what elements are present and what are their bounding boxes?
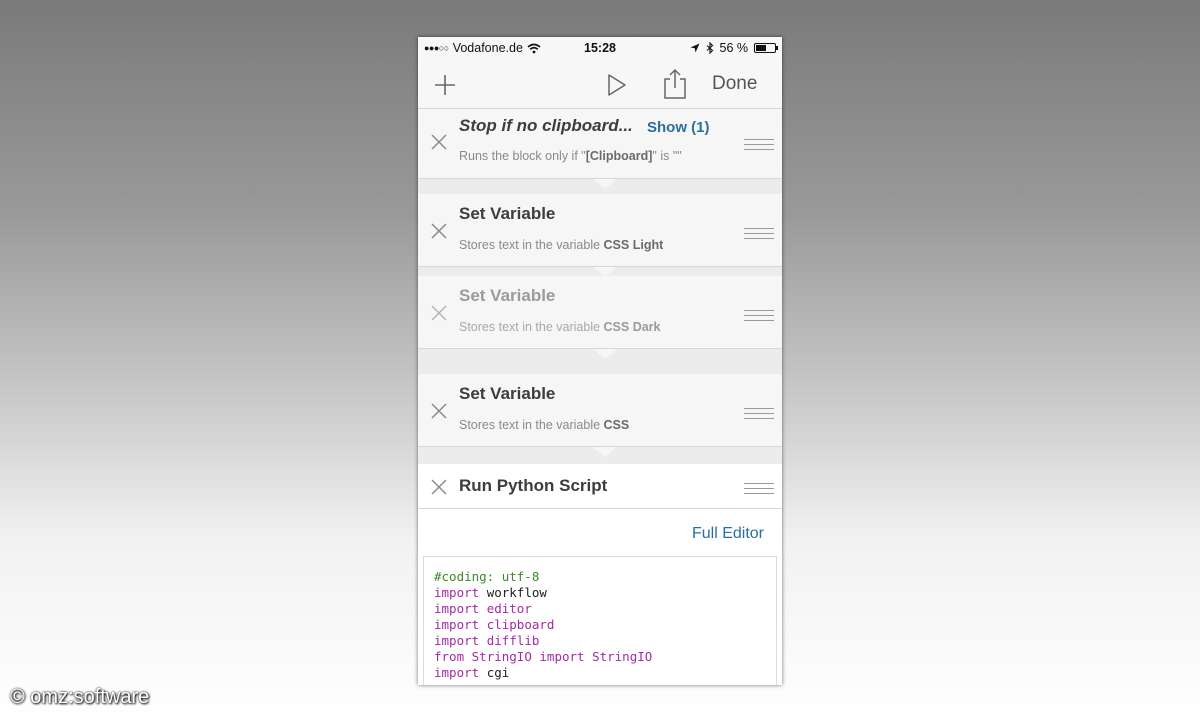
action-title: Run Python Script	[459, 476, 608, 495]
full-editor-button[interactable]: Full Editor	[692, 525, 764, 543]
status-bar: ●●●○○ Vodafone.de 15:28 56 %	[418, 37, 782, 59]
action-description: Stores text in the variable CSS Dark	[459, 320, 661, 334]
watermark: © omz:software	[10, 686, 150, 708]
reorder-handle-icon[interactable]	[744, 404, 774, 419]
action-description: Runs the block only if "[Clipboard]" is …	[459, 149, 682, 163]
connector-arrow	[593, 179, 617, 189]
code-line: import clipboard	[434, 617, 555, 632]
battery-icon	[754, 43, 778, 53]
action-block-set-variable-css-light[interactable]: Set Variable Stores text in the variable…	[418, 194, 782, 267]
reorder-handle-icon[interactable]	[744, 479, 774, 494]
remove-action-icon[interactable]	[430, 478, 448, 496]
reorder-handle-icon[interactable]	[744, 135, 774, 150]
location-arrow-icon	[690, 43, 699, 53]
action-title: Set Variable	[459, 384, 556, 403]
add-button[interactable]	[432, 72, 458, 98]
play-icon	[608, 74, 626, 96]
phone-screen: ●●●○○ Vodafone.de 15:28 56 % Done Stop i…	[418, 37, 782, 685]
action-title: Set Variable	[459, 204, 556, 223]
remove-action-icon[interactable]	[430, 133, 448, 151]
action-title: Stop if no clipboard...	[459, 116, 633, 135]
action-description: Stores text in the variable CSS	[459, 418, 630, 432]
code-line: import cgi	[434, 665, 510, 680]
bluetooth-icon	[706, 42, 713, 54]
code-line: import difflib	[434, 633, 540, 648]
action-description: Stores text in the variable CSS Light	[459, 238, 664, 252]
code-line: #coding: utf-8	[434, 569, 540, 584]
battery-fill	[756, 45, 767, 51]
plus-icon	[435, 75, 455, 95]
done-button[interactable]: Done	[712, 71, 757, 97]
run-button[interactable]	[604, 71, 630, 99]
code-line: from StringIO import StringIO	[434, 649, 653, 664]
code-line: import editor	[434, 601, 532, 616]
remove-action-icon[interactable]	[430, 402, 448, 420]
carrier-name: Vodafone.de	[452, 41, 523, 55]
reorder-handle-icon[interactable]	[744, 224, 774, 239]
connector-arrow	[593, 349, 617, 359]
share-icon	[664, 68, 686, 99]
action-block-set-variable-css-dark[interactable]: Set Variable Stores text in the variable…	[418, 276, 782, 349]
remove-action-icon[interactable]	[430, 222, 448, 240]
toolbar: Done	[418, 59, 782, 109]
signal-strength: ●●●○○	[424, 43, 449, 53]
connector-arrow	[593, 447, 617, 457]
show-button[interactable]: Show (1)	[647, 119, 710, 136]
remove-action-icon[interactable]	[430, 304, 448, 322]
battery-percentage: 56 %	[719, 41, 749, 55]
share-button[interactable]	[660, 68, 690, 100]
action-title: Set Variable	[459, 286, 556, 305]
script-editor-panel: Full Editor #coding: utf-8 import workfl…	[418, 509, 782, 685]
action-block-set-variable-css[interactable]: Set Variable Stores text in the variable…	[418, 374, 782, 447]
action-block-run-python-script[interactable]: Run Python Script	[418, 464, 782, 509]
action-block-stop-if[interactable]: Stop if no clipboard... Show (1) Runs th…	[418, 109, 782, 179]
code-editor[interactable]: #coding: utf-8 import workflow import ed…	[423, 556, 777, 685]
reorder-handle-icon[interactable]	[744, 306, 774, 321]
code-line: import workflow	[434, 585, 547, 600]
wifi-icon	[527, 43, 541, 53]
